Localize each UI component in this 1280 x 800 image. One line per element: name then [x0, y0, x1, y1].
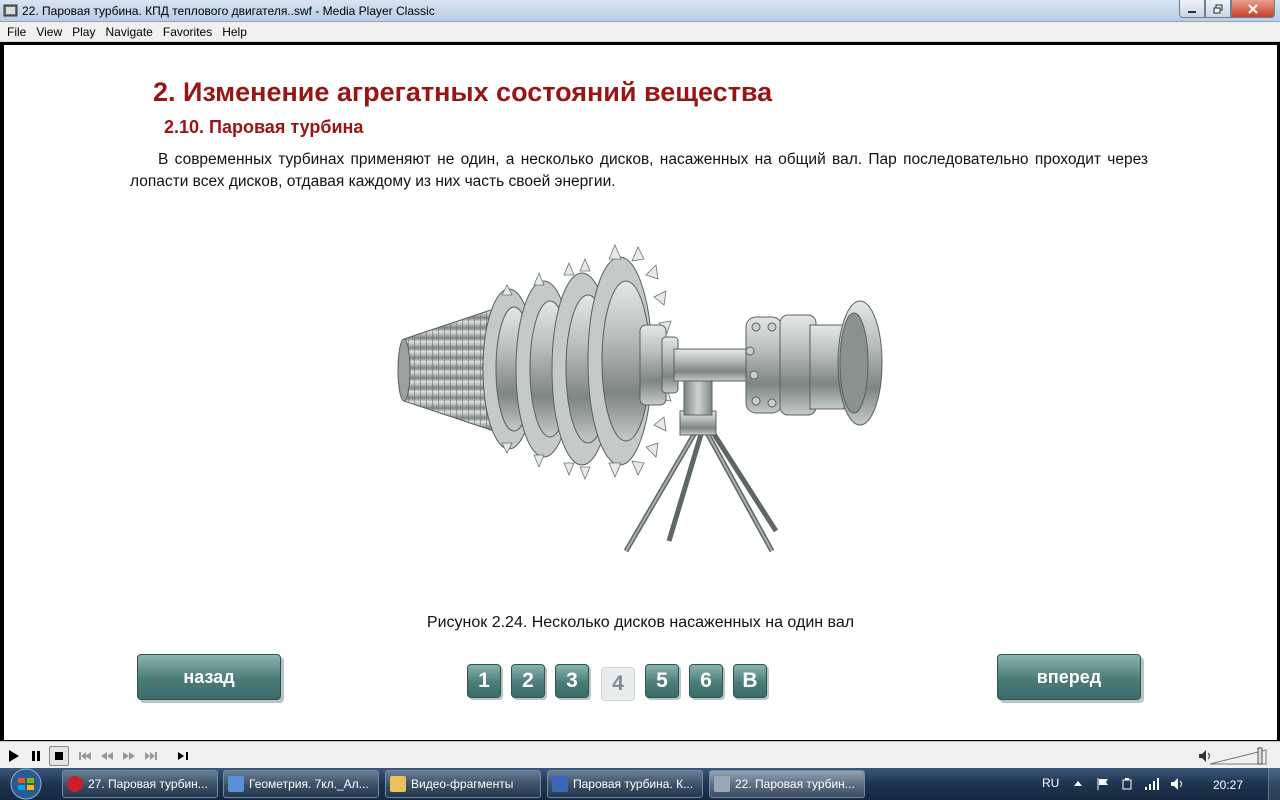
- folder-icon: [390, 776, 406, 792]
- page-button-5[interactable]: 5: [645, 664, 679, 698]
- menu-file[interactable]: File: [2, 22, 31, 42]
- menu-navigate[interactable]: Navigate: [100, 22, 157, 42]
- window-title: 22. Паровая турбина. КПД теплового двига…: [22, 4, 435, 18]
- opera-icon: [67, 776, 83, 792]
- menu-play[interactable]: Play: [67, 22, 100, 42]
- maximize-button[interactable]: [1205, 0, 1231, 18]
- minimize-icon: [1188, 10, 1196, 13]
- title-bar: 22. Паровая турбина. КПД теплового двига…: [0, 0, 1280, 22]
- media-player-icon: [3, 4, 18, 17]
- rewind-icon: [101, 752, 113, 760]
- close-icon: [1248, 3, 1258, 14]
- restore-icon: [1213, 4, 1223, 13]
- fast-forward-icon: [123, 752, 135, 760]
- page-button-2[interactable]: 2: [511, 664, 545, 698]
- taskbar-item-label: Паровая турбина. К...: [573, 777, 694, 791]
- skip-forward-icon: [145, 752, 157, 760]
- network-icon[interactable]: [1144, 777, 1160, 791]
- fast-forward-button[interactable]: [119, 746, 139, 766]
- menu-help[interactable]: Help: [217, 22, 252, 42]
- start-button[interactable]: [4, 768, 48, 800]
- page-button-1[interactable]: 1: [467, 664, 501, 698]
- slide-paragraph: В современных турбинах применяют не один…: [130, 151, 1148, 190]
- show-hidden-icons-icon[interactable]: [1074, 780, 1082, 786]
- taskbar-item-opera[interactable]: 27. Паровая турбин...: [62, 770, 218, 798]
- taskbar-item-media-player[interactable]: 22. Паровая турбин...: [709, 770, 865, 798]
- video-area: 2. Изменение агрегатных состояний вещест…: [0, 42, 1280, 741]
- close-button[interactable]: [1231, 0, 1275, 18]
- back-button[interactable]: назад: [137, 654, 281, 700]
- frame-step-icon: [178, 752, 188, 760]
- media-player-icon: [714, 776, 730, 792]
- slide-heading: 2. Изменение агрегатных состояний вещест…: [153, 77, 773, 107]
- clock[interactable]: 20:27: [1213, 778, 1243, 792]
- taskbar-item-label: 27. Паровая турбин...: [88, 777, 208, 791]
- taskbar-item-word[interactable]: Паровая турбина. К...: [547, 770, 703, 798]
- menu-view[interactable]: View: [31, 22, 67, 42]
- pause-button[interactable]: [26, 746, 46, 766]
- forward-button[interactable]: вперед: [997, 654, 1141, 700]
- language-indicator[interactable]: RU: [1042, 776, 1059, 790]
- taskbar-item-label: Геометрия. 7кл._Ал...: [249, 777, 369, 791]
- taskbar-item-folder[interactable]: Видео-фрагменты: [385, 770, 541, 798]
- skip-forward-button[interactable]: [141, 746, 161, 766]
- skip-back-icon: [79, 752, 91, 760]
- power-icon[interactable]: [1120, 777, 1134, 791]
- stop-icon: [55, 752, 63, 760]
- figure-caption: Рисунок 2.24. Несколько дисков насаженны…: [426, 614, 855, 631]
- frame-step-button[interactable]: [173, 746, 193, 766]
- pause-icon: [32, 751, 40, 761]
- stop-button[interactable]: [49, 746, 69, 766]
- volume-slider[interactable]: [1210, 746, 1270, 766]
- taskbar-item-label: 22. Паровая турбин...: [735, 777, 855, 791]
- menu-bar: File View Play Navigate Favorites Help: [0, 22, 1280, 42]
- page-button-6[interactable]: 6: [689, 664, 723, 698]
- edit-icon: [228, 776, 244, 792]
- taskbar: 27. Паровая турбин... Геометрия. 7кл._Ал…: [0, 768, 1280, 800]
- turbine-illustration: [397, 243, 883, 553]
- slide-subheading: 2.10. Паровая турбина: [164, 117, 364, 137]
- page-button-v[interactable]: В: [733, 664, 767, 698]
- volume-icon[interactable]: [1170, 777, 1186, 791]
- taskbar-item-label: Видео-фрагменты: [411, 777, 514, 791]
- show-desktop-button[interactable]: [1268, 768, 1280, 800]
- slide: 2. Изменение агрегатных состояний вещест…: [4, 45, 1277, 740]
- page-button-3[interactable]: 3: [555, 664, 589, 698]
- play-button[interactable]: [4, 746, 24, 766]
- player-controls: [0, 741, 1280, 768]
- menu-favorites[interactable]: Favorites: [158, 22, 217, 42]
- play-icon: [9, 750, 19, 762]
- action-center-flag-icon[interactable]: [1096, 777, 1110, 791]
- minimize-button[interactable]: [1179, 0, 1205, 18]
- word-icon: [552, 776, 568, 792]
- skip-back-button[interactable]: [75, 746, 95, 766]
- rewind-button[interactable]: [97, 746, 117, 766]
- taskbar-item-geometry[interactable]: Геометрия. 7кл._Ал...: [223, 770, 379, 798]
- page-button-4[interactable]: 4: [601, 667, 635, 701]
- window-controls: [1179, 0, 1275, 18]
- system-tray: RU 20:27: [1030, 768, 1280, 800]
